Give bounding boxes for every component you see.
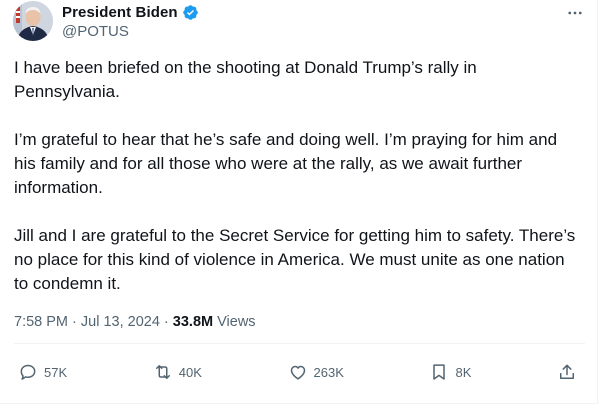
post-paragraph-2: I’m grateful to hear that he’s safe and … xyxy=(14,130,558,197)
views-count[interactable]: 33.8M xyxy=(173,314,213,330)
post-time[interactable]: 7:58 PM xyxy=(14,314,68,330)
reply-icon xyxy=(20,364,36,380)
repost-icon xyxy=(155,365,170,379)
views-label: Views xyxy=(217,314,256,330)
action-bar: 57K 40K 263K 8K xyxy=(18,360,577,384)
post-date[interactable]: Jul 13, 2024 xyxy=(81,314,160,330)
bookmark-count: 8K xyxy=(455,364,472,380)
share-icon xyxy=(560,364,574,379)
avatar-image xyxy=(13,1,53,41)
reply-button[interactable]: 57K xyxy=(18,360,67,384)
post-paragraph-1: I have been briefed on the shooting at D… xyxy=(14,58,477,101)
post-paragraph-3: Jill and I are grateful to the Secret Se… xyxy=(14,226,576,293)
post-header: President Biden @POTUS xyxy=(13,1,585,43)
display-name-row: President Biden xyxy=(62,2,199,22)
reply-count: 57K xyxy=(44,364,68,380)
meta-separator: · xyxy=(159,314,173,330)
author-names: President Biden @POTUS xyxy=(62,2,199,42)
repost-button[interactable]: 40K xyxy=(153,360,202,384)
like-count: 263K xyxy=(313,364,344,380)
handle[interactable]: @POTUS xyxy=(62,22,199,42)
display-name[interactable]: President Biden xyxy=(62,4,178,21)
bookmark-button[interactable]: 8K xyxy=(429,360,471,384)
divider xyxy=(14,343,585,344)
post-card: President Biden @POTUS I have been brief… xyxy=(0,0,598,404)
heart-icon xyxy=(290,365,305,380)
meta-separator: · xyxy=(68,314,81,330)
repost-count: 40K xyxy=(178,364,202,380)
like-button[interactable]: 263K xyxy=(288,360,344,384)
post-text: I have been briefed on the shooting at D… xyxy=(14,56,577,320)
more-options-icon[interactable] xyxy=(565,3,585,23)
share-button[interactable] xyxy=(557,360,577,384)
bookmark-icon xyxy=(433,364,446,380)
avatar[interactable] xyxy=(13,1,53,41)
post-metadata: 7:58 PM · Jul 13, 2024 · 33.8M Views xyxy=(14,312,256,332)
verified-badge-icon[interactable] xyxy=(182,4,199,21)
